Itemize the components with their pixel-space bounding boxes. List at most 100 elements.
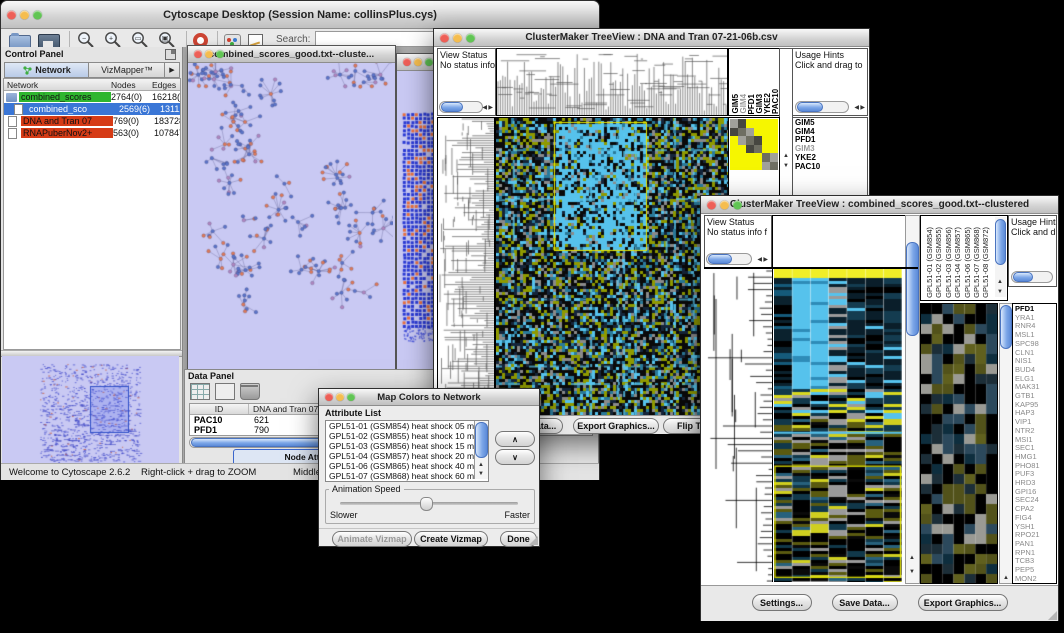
attribute-table-icon[interactable]	[190, 383, 210, 400]
treeview2-title-bar[interactable]: ClusterMaker TreeView : combined_scores_…	[701, 196, 1058, 214]
attribute-list-item[interactable]: GPL51-04 (GSM857) heat shock 20 min	[327, 451, 481, 461]
scroll-up-icon[interactable]: ▲	[783, 153, 789, 159]
minimize-icon[interactable]	[453, 33, 462, 42]
matrix-cell[interactable]	[762, 153, 770, 162]
scroll-left-icon[interactable]: ◀	[854, 105, 859, 111]
matrix-cell[interactable]	[754, 128, 762, 137]
tv2-gene-vscrollbar[interactable]: ▲	[999, 303, 1013, 584]
delete-attribute-icon[interactable]	[240, 383, 260, 400]
col-id[interactable]: ID	[190, 404, 248, 414]
tv1-row-dendrogram[interactable]	[437, 117, 495, 416]
dialog-title-bar[interactable]: Map Colors to Network	[319, 389, 539, 406]
network-row[interactable]: combined_sco2569(6)13112(15)	[4, 103, 180, 115]
tab-vizmapper[interactable]: VizMapper™	[88, 62, 166, 78]
float-panel-icon[interactable]	[165, 49, 176, 60]
matrix-cell[interactable]	[746, 153, 754, 162]
tab-network[interactable]: Network	[4, 62, 90, 78]
matrix-cell[interactable]	[746, 128, 754, 137]
matrix-cell[interactable]	[762, 162, 770, 171]
tv2-button-1[interactable]: Save Data...	[832, 594, 898, 611]
matrix-cell[interactable]	[770, 153, 778, 162]
minimize-icon[interactable]	[720, 200, 729, 209]
minimize-icon[interactable]	[205, 50, 213, 58]
matrix-cell[interactable]	[746, 162, 754, 171]
column-label[interactable]: YKE2	[763, 93, 771, 114]
tv1-column-labels[interactable]: GIM5GIM4PFD1GIM3YKE2PAC10	[728, 48, 780, 116]
tv1-heatmap-canvas[interactable]	[495, 117, 729, 416]
zoom-window-icon[interactable]	[466, 33, 475, 42]
tv1-hints-hscrollbar[interactable]	[795, 101, 849, 113]
tv2-zoom-heatmap-canvas[interactable]	[920, 303, 998, 584]
scroll-up-icon[interactable]: ▲	[478, 462, 484, 468]
matrix-cell[interactable]	[754, 145, 762, 154]
network-graph-canvas[interactable]	[188, 63, 393, 371]
new-attribute-icon[interactable]	[215, 383, 235, 400]
tv1-status-hscrollbar[interactable]	[439, 101, 483, 113]
scrollbar-thumb[interactable]	[906, 242, 919, 336]
minimize-icon[interactable]	[414, 58, 422, 66]
matrix-cell[interactable]	[754, 153, 762, 162]
close-icon[interactable]	[325, 393, 333, 401]
tv2-row-dendrogram[interactable]	[704, 269, 773, 582]
column-label[interactable]: GIM3	[755, 94, 763, 114]
scroll-up-icon[interactable]: ▲	[1003, 575, 1009, 581]
matrix-cell[interactable]	[730, 128, 738, 137]
attribute-list-item[interactable]: GPL51-07 (GSM868) heat shock 60 min	[327, 471, 481, 481]
matrix-cell[interactable]	[730, 119, 738, 128]
col-network[interactable]: Network	[4, 80, 111, 90]
zoom-selected-icon[interactable]: ▣	[157, 31, 177, 48]
main-title-bar[interactable]: Cytoscape Desktop (Session Name: collins…	[1, 1, 599, 29]
move-up-button[interactable]: ∧	[495, 431, 535, 447]
matrix-cell[interactable]	[746, 136, 754, 145]
scroll-left-icon[interactable]: ◀	[482, 105, 487, 111]
attribute-list-item[interactable]: GPL51-01 (GSM854) heat shock 05 min	[327, 421, 481, 431]
attribute-list-item[interactable]: GPL51-06 (GSM865) heat shock 40 min	[327, 461, 481, 471]
col-nodes[interactable]: Nodes	[111, 80, 152, 90]
attribute-list-item[interactable]: GPL51-03 (GSM856) heat shock 15 min	[327, 441, 481, 451]
tab-overflow-arrow[interactable]: ▶	[164, 62, 180, 78]
network-row[interactable]: combined_scores2764(0)16218(0)	[4, 91, 180, 103]
attribute-list[interactable]: GPL51-01 (GSM854) heat shock 05 min GPL51…	[325, 420, 489, 482]
matrix-cell[interactable]	[762, 128, 770, 137]
scrollbar-thumb[interactable]	[1000, 305, 1012, 349]
tv2-collabel-vscrollbar[interactable]: ▲ ▼	[995, 217, 1006, 297]
tv2-heatmap-vscrollbar[interactable]: ▲ ▼	[905, 215, 920, 584]
matrix-cell[interactable]	[762, 136, 770, 145]
row-label[interactable]: PAC10	[795, 163, 820, 172]
scroll-right-icon[interactable]: ▶	[860, 105, 865, 111]
column-label[interactable]: GPL51-04 (GSM857)	[953, 227, 962, 298]
tv2-heatmap-canvas[interactable]	[774, 269, 902, 582]
network-row[interactable]: RNAPuberNov2+563(0)107847(0)	[4, 127, 180, 139]
window-controls[interactable]	[7, 10, 42, 19]
tv2-column-dendrogram[interactable]	[772, 215, 906, 268]
close-icon[interactable]	[707, 200, 716, 209]
matrix-cell[interactable]	[738, 136, 746, 145]
matrix-cell[interactable]	[738, 119, 746, 128]
matrix-cell[interactable]	[730, 162, 738, 171]
network-table-header[interactable]: Network Nodes Edges	[4, 79, 180, 91]
minimize-icon[interactable]	[20, 10, 29, 19]
tv2-hints-hscrollbar[interactable]	[1011, 271, 1053, 283]
tv2-button-0[interactable]: Settings...	[752, 594, 812, 611]
matrix-cell[interactable]	[730, 145, 738, 154]
scroll-down-icon[interactable]: ▼	[997, 289, 1003, 295]
matrix-cell[interactable]	[770, 136, 778, 145]
speed-slider-thumb[interactable]	[420, 497, 433, 511]
matrix-cell[interactable]	[762, 145, 770, 154]
matrix-cell[interactable]	[762, 119, 770, 128]
scroll-up-icon[interactable]: ▲	[997, 279, 1003, 285]
attribute-list-vscrollbar[interactable]: ▲ ▼	[474, 421, 488, 479]
column-label[interactable]: GPL51-02 (GSM855)	[934, 227, 943, 298]
column-label[interactable]: GIM5	[731, 94, 739, 114]
move-down-button[interactable]: ∨	[495, 449, 535, 465]
matrix-cell[interactable]	[754, 119, 762, 128]
column-label[interactable]: GPL51-07 (GSM868)	[972, 227, 981, 298]
zoom-out-icon[interactable]: −	[76, 31, 96, 48]
gene-label[interactable]: MON2	[1015, 575, 1040, 584]
matrix-cell[interactable]	[754, 162, 762, 171]
matrix-cell[interactable]	[770, 162, 778, 171]
column-label[interactable]: PFD1	[747, 94, 755, 114]
column-label[interactable]: GPL51-06 (GSM865)	[963, 227, 972, 298]
zoom-in-icon[interactable]: +	[103, 31, 123, 48]
scroll-up-icon[interactable]: ▲	[909, 555, 915, 561]
